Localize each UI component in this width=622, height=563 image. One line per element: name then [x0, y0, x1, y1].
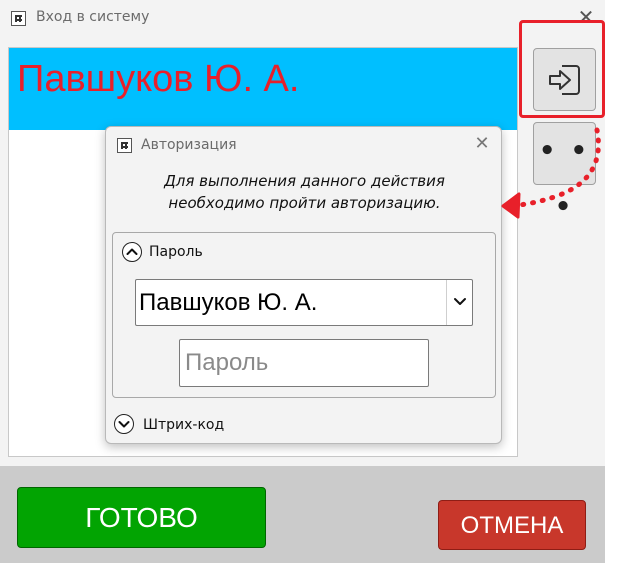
annotation-arrow-icon [501, 127, 601, 219]
login-window: Вход в систему ✕ Павшуков Ю. А. • • • ГО… [0, 0, 605, 563]
window-titlebar: Вход в систему ✕ [0, 0, 605, 38]
barcode-section-toggle[interactable] [114, 414, 134, 434]
ok-button[interactable]: ГОТОВО [17, 487, 266, 548]
password-section: Пароль Павшуков Ю. А. [112, 232, 496, 398]
dialog-message-line2: необходимо пройти авторизацию. [168, 194, 441, 212]
password-section-label: Пароль [149, 244, 203, 260]
window-title: Вход в систему [36, 9, 150, 25]
password-section-toggle[interactable] [122, 242, 142, 262]
dialog-close-button[interactable]: ✕ [471, 133, 493, 155]
user-select-divider [446, 280, 447, 325]
chevron-up-icon [126, 248, 138, 255]
user-list-selected-item[interactable]: Павшуков Ю. А. [9, 48, 517, 130]
user-select[interactable]: Павшуков Ю. А. [135, 279, 473, 326]
password-input[interactable] [179, 339, 429, 387]
auth-dialog: Авторизация ✕ Для выполнения данного дей… [105, 126, 502, 444]
user-select-value: Павшуков Ю. А. [139, 289, 318, 316]
cancel-button[interactable]: ОТМЕНА [438, 500, 586, 550]
selected-user-name: Павшуков Ю. А. [17, 58, 300, 100]
chevron-down-icon[interactable] [450, 294, 470, 310]
dialog-app-icon [117, 138, 132, 153]
dialog-title: Авторизация [141, 137, 237, 153]
app-icon [11, 11, 26, 26]
barcode-section-label: Штрих-код [143, 417, 225, 433]
annotation-highlight-box [519, 20, 605, 118]
chevron-down-icon [118, 421, 130, 428]
dialog-message-line1: Для выполнения данного действия [164, 172, 445, 190]
